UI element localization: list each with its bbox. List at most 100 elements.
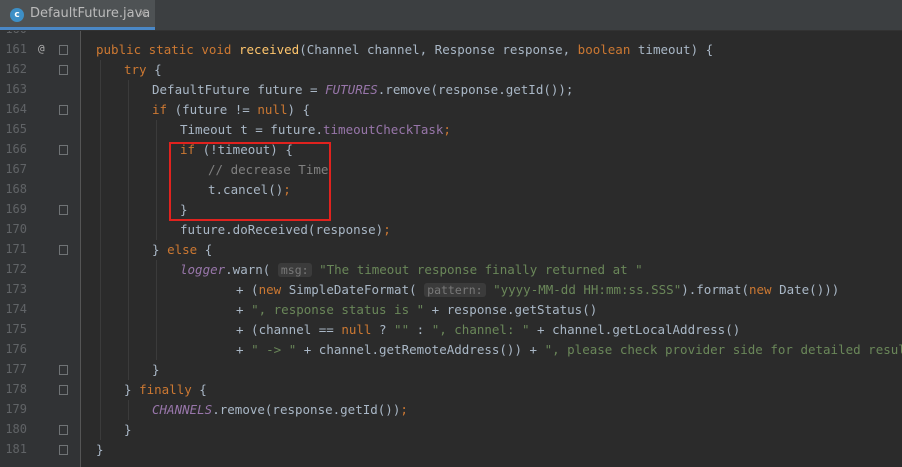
code-line[interactable]: 161 @ public static void received(Channel … [0, 40, 902, 60]
tab-file-name: DefaultFuture.java [30, 6, 151, 21]
code-line[interactable]: 168 t.cancel(); [0, 180, 902, 200]
parameter-hint: pattern: [424, 283, 486, 297]
code-line[interactable]: 177} [0, 360, 902, 380]
code-token: " -> " [251, 342, 297, 357]
line-number: 170 [5, 222, 27, 236]
indent-guide [156, 280, 157, 300]
indent-guide [128, 100, 129, 120]
code-text: } [152, 361, 160, 379]
code-token: + channel.getRemoteAddress()) + [296, 342, 545, 357]
code-line[interactable]: 166 if (!timeout) { [0, 140, 902, 160]
code-line[interactable]: 170 future.doReceived(response); [0, 220, 902, 240]
code-token: + [236, 342, 252, 357]
indent-guide [128, 80, 129, 100]
code-line[interactable]: 174 + ", response status is " + response.… [0, 300, 902, 320]
code-token: } [124, 422, 132, 437]
indent-guide [100, 300, 101, 320]
code-line[interactable]: 181} [0, 440, 902, 460]
code-token: new [258, 282, 289, 297]
code-token: { [154, 62, 162, 77]
code-text: + (channel == null ? "" : ", channel: " … [236, 321, 740, 339]
line-number: 172 [5, 262, 27, 276]
indent-guide [128, 260, 129, 280]
indent-guide [100, 160, 101, 180]
code-token: SimpleDateFormat( [288, 282, 425, 297]
override-marker-icon[interactable]: @ [38, 42, 45, 55]
code-token: + (channel == [236, 322, 342, 337]
code-line[interactable]: 173 + (new SimpleDateFormat( pattern: "yy… [0, 280, 902, 300]
close-icon[interactable]: ✕ [138, 6, 148, 20]
fold-icon[interactable] [59, 425, 68, 435]
fold-icon[interactable] [59, 45, 68, 55]
code-text: } else { [152, 241, 212, 259]
indent-guide [100, 140, 101, 160]
indent-guide [128, 320, 129, 340]
indent-guide [156, 340, 157, 360]
code-editor[interactable]: 160 161 @ public static void received(Chann… [0, 31, 902, 467]
line-number: 177 [5, 362, 27, 376]
indent-guide [128, 300, 129, 320]
code-line[interactable]: 179 CHANNELS.remove(response.getId()); [0, 400, 902, 420]
fold-icon[interactable] [59, 245, 68, 255]
line-number: 169 [5, 202, 27, 216]
indent-guide [100, 380, 101, 400]
code-token: finally [139, 382, 200, 397]
code-line[interactable]: 164 if (future != null) { [0, 100, 902, 120]
code-line[interactable]: 169} [0, 200, 902, 220]
code-token: + [236, 302, 252, 317]
code-line[interactable]: 167// decrease Time [0, 160, 902, 180]
code-token: + ( [236, 282, 259, 297]
code-token: ) { [287, 102, 311, 117]
fold-icon[interactable] [59, 385, 68, 395]
code-line[interactable]: 162 try { [0, 60, 902, 80]
indent-guide [128, 280, 129, 300]
code-line[interactable]: 178} finally { [0, 380, 902, 400]
code-line[interactable]: 165 Timeout t = future.timeoutCheckTask; [0, 120, 902, 140]
code-line[interactable]: 175 + (channel == null ? "" : ", channel:… [0, 320, 902, 340]
fold-icon[interactable] [59, 65, 68, 75]
indent-guide [100, 220, 101, 240]
code-line[interactable]: 176 + " -> " + channel.getRemoteAddress()… [0, 340, 902, 360]
code-text: try { [124, 61, 162, 79]
indent-guide [128, 140, 129, 160]
line-number: 160 [0, 31, 27, 36]
line-number: 161 [5, 42, 27, 56]
line-number: 179 [5, 402, 27, 416]
code-token: ", response status is " [251, 302, 425, 317]
code-token: ; [400, 402, 408, 417]
code-line[interactable]: 160 [0, 31, 902, 40]
fold-icon[interactable] [59, 105, 68, 115]
indent-guide [128, 400, 129, 420]
code-line[interactable]: 172 logger.warn( msg: "The timeout respon… [0, 260, 902, 280]
fold-icon[interactable] [59, 445, 68, 455]
code-token: timeout) { [637, 42, 714, 57]
code-token: (future != [174, 102, 258, 117]
code-line[interactable]: 171 } else { [0, 240, 902, 260]
fold-icon[interactable] [59, 205, 68, 215]
indent-guide [156, 320, 157, 340]
line-number: 171 [5, 242, 27, 256]
code-text: logger.warn( msg: "The timeout response … [180, 261, 643, 279]
line-number: 176 [5, 342, 27, 356]
code-token: new [748, 282, 780, 297]
code-token: ; [443, 122, 451, 137]
code-line[interactable]: 163 DefaultFuture future = FUTURES.remove… [0, 80, 902, 100]
fold-icon[interactable] [59, 365, 68, 375]
fold-icon[interactable] [59, 145, 68, 155]
line-number: 165 [5, 122, 27, 136]
code-token: : [409, 322, 432, 337]
code-token: } [96, 442, 104, 457]
indent-guide [100, 400, 101, 420]
code-text: CHANNELS.remove(response.getId()); [152, 401, 408, 419]
code-line[interactable]: 180} [0, 420, 902, 440]
code-token: ", please check provider side for detail… [544, 342, 902, 357]
line-number: 162 [5, 62, 27, 76]
code-token: DefaultFuture future = [152, 82, 326, 97]
indent-guide [156, 260, 157, 280]
tab-defaultfuture-java[interactable]: c DefaultFuture.java ✕ [0, 0, 155, 30]
code-token: null [257, 102, 288, 117]
line-number: 174 [5, 302, 27, 316]
line-number: 168 [5, 182, 27, 196]
code-text: } [124, 421, 132, 439]
